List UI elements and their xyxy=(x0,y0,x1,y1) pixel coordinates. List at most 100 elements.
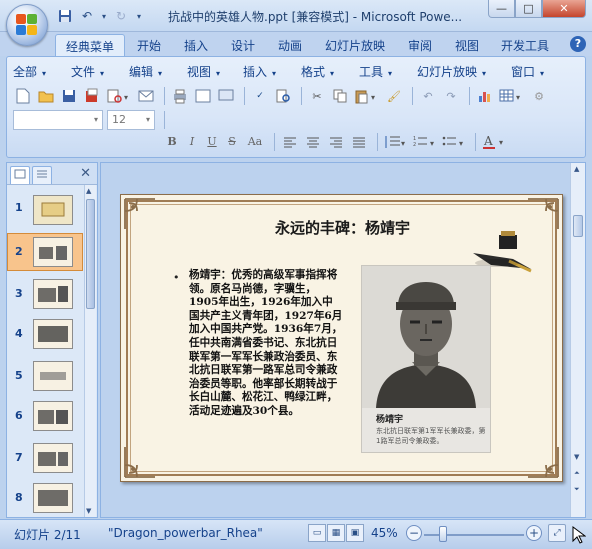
menu-label: 文件 xyxy=(71,65,96,79)
undo-dropdown-icon[interactable]: ▾ xyxy=(100,7,108,25)
tab-design[interactable]: 设计 xyxy=(224,34,262,56)
minimize-button[interactable]: — xyxy=(488,0,515,18)
slide-thumbnail-2[interactable] xyxy=(33,237,73,267)
slide-sorter-button[interactable]: ▦ xyxy=(327,524,345,542)
tab-slideshow[interactable]: 幻灯片放映 xyxy=(318,34,392,56)
thumbnail-scrollbar[interactable]: ▲ ▼ xyxy=(84,185,96,517)
slideshow-view-button[interactable]: ▣ xyxy=(346,524,364,542)
zoom-out-button[interactable]: − xyxy=(406,525,422,541)
previous-slide-icon[interactable]: ⏶ xyxy=(574,469,580,478)
next-slide-icon[interactable]: ⏷ xyxy=(574,485,580,494)
slide-thumbnail-4[interactable] xyxy=(33,319,73,349)
copy-icon[interactable] xyxy=(330,86,350,106)
menu-edit[interactable]: 编辑 ▾ xyxy=(129,63,187,83)
menu-window[interactable]: 窗口 ▾ xyxy=(511,63,561,83)
scroll-down-icon[interactable]: ▼ xyxy=(86,507,91,515)
chevron-down-icon: ▾ xyxy=(540,69,545,78)
slide-scrollbar[interactable]: ▲ ▼ ⏶ ⏷ xyxy=(570,163,585,517)
tab-developer[interactable]: 开发工具 xyxy=(495,34,555,56)
slide-thumbnail-1[interactable] xyxy=(33,195,73,225)
redo-icon[interactable]: ↷ xyxy=(441,86,461,106)
zoom-slider-knob[interactable] xyxy=(439,526,448,542)
font-size-combo[interactable]: 12 ▾ xyxy=(107,110,155,130)
close-pane-icon[interactable]: ✕ xyxy=(80,166,91,181)
menu-format[interactable]: 格式 ▾ xyxy=(301,63,359,83)
slide-view-icon[interactable] xyxy=(193,86,213,106)
numbering-icon[interactable]: 1 2 ▾ xyxy=(412,132,438,152)
menu-slideshow[interactable]: 幻灯片放映 ▾ xyxy=(417,63,511,83)
normal-view-button[interactable]: ▭ xyxy=(308,524,326,542)
underline-button[interactable]: U xyxy=(203,133,221,151)
align-right-icon[interactable] xyxy=(326,132,346,152)
slide-thumbnail-6[interactable] xyxy=(33,401,73,431)
office-button[interactable] xyxy=(6,4,48,46)
save-icon[interactable] xyxy=(56,7,74,25)
maximize-button[interactable]: □ xyxy=(515,0,542,18)
slide-thumbnail-8[interactable] xyxy=(33,483,73,513)
redo-icon[interactable]: ↻ xyxy=(112,7,130,25)
zoom-in-button[interactable]: + xyxy=(526,525,542,541)
paste-icon[interactable]: ▾ xyxy=(353,86,381,106)
menu-all[interactable]: 全部 ▾ xyxy=(13,63,71,83)
save-icon[interactable] xyxy=(59,86,79,106)
scroll-up-icon[interactable]: ▲ xyxy=(86,187,91,195)
scroll-thumb[interactable] xyxy=(86,199,95,309)
slides-icon xyxy=(14,169,26,179)
presentation-icon[interactable] xyxy=(216,86,236,106)
scroll-thumb[interactable] xyxy=(573,215,583,237)
print-icon[interactable] xyxy=(170,86,190,106)
font-name-combo[interactable]: ▾ xyxy=(13,110,103,130)
font-color-icon[interactable]: A ▾ xyxy=(481,132,507,152)
strikethrough-button[interactable]: S xyxy=(223,133,241,151)
format-painter-icon[interactable]: 🖌 xyxy=(384,86,404,106)
help-icon[interactable]: ? xyxy=(570,36,586,52)
fit-to-window-button[interactable]: ⤢ xyxy=(548,524,566,542)
outline-tab[interactable] xyxy=(32,166,52,184)
chevron-down-icon: ▾ xyxy=(100,69,105,78)
bullets-icon[interactable]: ▾ xyxy=(441,132,467,152)
new-document-icon[interactable] xyxy=(13,86,33,106)
change-case-button[interactable]: Aa xyxy=(243,133,267,151)
tab-classic-menu[interactable]: 经典菜单 xyxy=(55,34,125,56)
align-center-icon[interactable] xyxy=(303,132,323,152)
chart-icon[interactable] xyxy=(475,86,495,106)
chevron-down-icon: ▾ xyxy=(388,69,393,78)
cut-icon[interactable]: ✂ xyxy=(307,86,327,106)
line-spacing-icon[interactable]: ▾ xyxy=(383,132,409,152)
tab-view[interactable]: 视图 xyxy=(448,34,486,56)
tab-insert[interactable]: 插入 xyxy=(177,34,215,56)
undo-icon[interactable]: ↶ xyxy=(78,7,96,25)
slide-thumbnail-5[interactable] xyxy=(33,361,73,391)
menu-tools[interactable]: 工具 ▾ xyxy=(359,63,417,83)
tab-home[interactable]: 开始 xyxy=(130,34,168,56)
tab-review[interactable]: 审阅 xyxy=(401,34,439,56)
bold-button[interactable]: B xyxy=(163,133,181,151)
open-folder-icon[interactable] xyxy=(36,86,56,106)
qat-customize-icon[interactable]: ▾ xyxy=(134,7,144,25)
menu-file[interactable]: 文件 ▾ xyxy=(71,63,129,83)
slide-canvas[interactable]: 永远的丰碑：杨靖宇 • 杨靖宇：优秀的高级军事指挥将领。原名马尚德，字骥生，19… xyxy=(120,194,563,482)
research-icon[interactable] xyxy=(273,86,293,106)
slide-thumbnail-7[interactable] xyxy=(33,443,73,473)
undo-icon[interactable]: ↶ xyxy=(418,86,438,106)
zoom-icon[interactable]: ⚙ xyxy=(529,86,549,106)
toolbar-separator xyxy=(377,133,378,151)
align-left-icon[interactable] xyxy=(280,132,300,152)
thumb-content-icon xyxy=(38,452,68,466)
permission-icon[interactable] xyxy=(82,86,102,106)
print-preview-icon[interactable]: ▾ xyxy=(105,86,133,106)
email-icon[interactable] xyxy=(136,86,156,106)
slide-thumbnail-3[interactable] xyxy=(33,279,73,309)
slides-tab[interactable] xyxy=(10,166,30,184)
menu-view[interactable]: 视图 ▾ xyxy=(187,63,243,83)
menu-insert[interactable]: 插入 ▾ xyxy=(243,63,301,83)
table-icon[interactable]: ▾ xyxy=(498,86,526,106)
justify-icon[interactable] xyxy=(349,132,369,152)
spelling-icon[interactable]: ✓ xyxy=(250,86,270,106)
italic-button[interactable]: I xyxy=(183,133,201,151)
status-bar: 幻灯片 2/11 "Dragon_powerbar_Rhea" ▭ ▦ ▣ 45… xyxy=(0,519,592,549)
scroll-down-icon[interactable]: ▼ xyxy=(574,453,579,461)
close-button[interactable]: ✕ xyxy=(542,0,586,18)
scroll-up-icon[interactable]: ▲ xyxy=(574,165,579,173)
tab-animation[interactable]: 动画 xyxy=(271,34,309,56)
